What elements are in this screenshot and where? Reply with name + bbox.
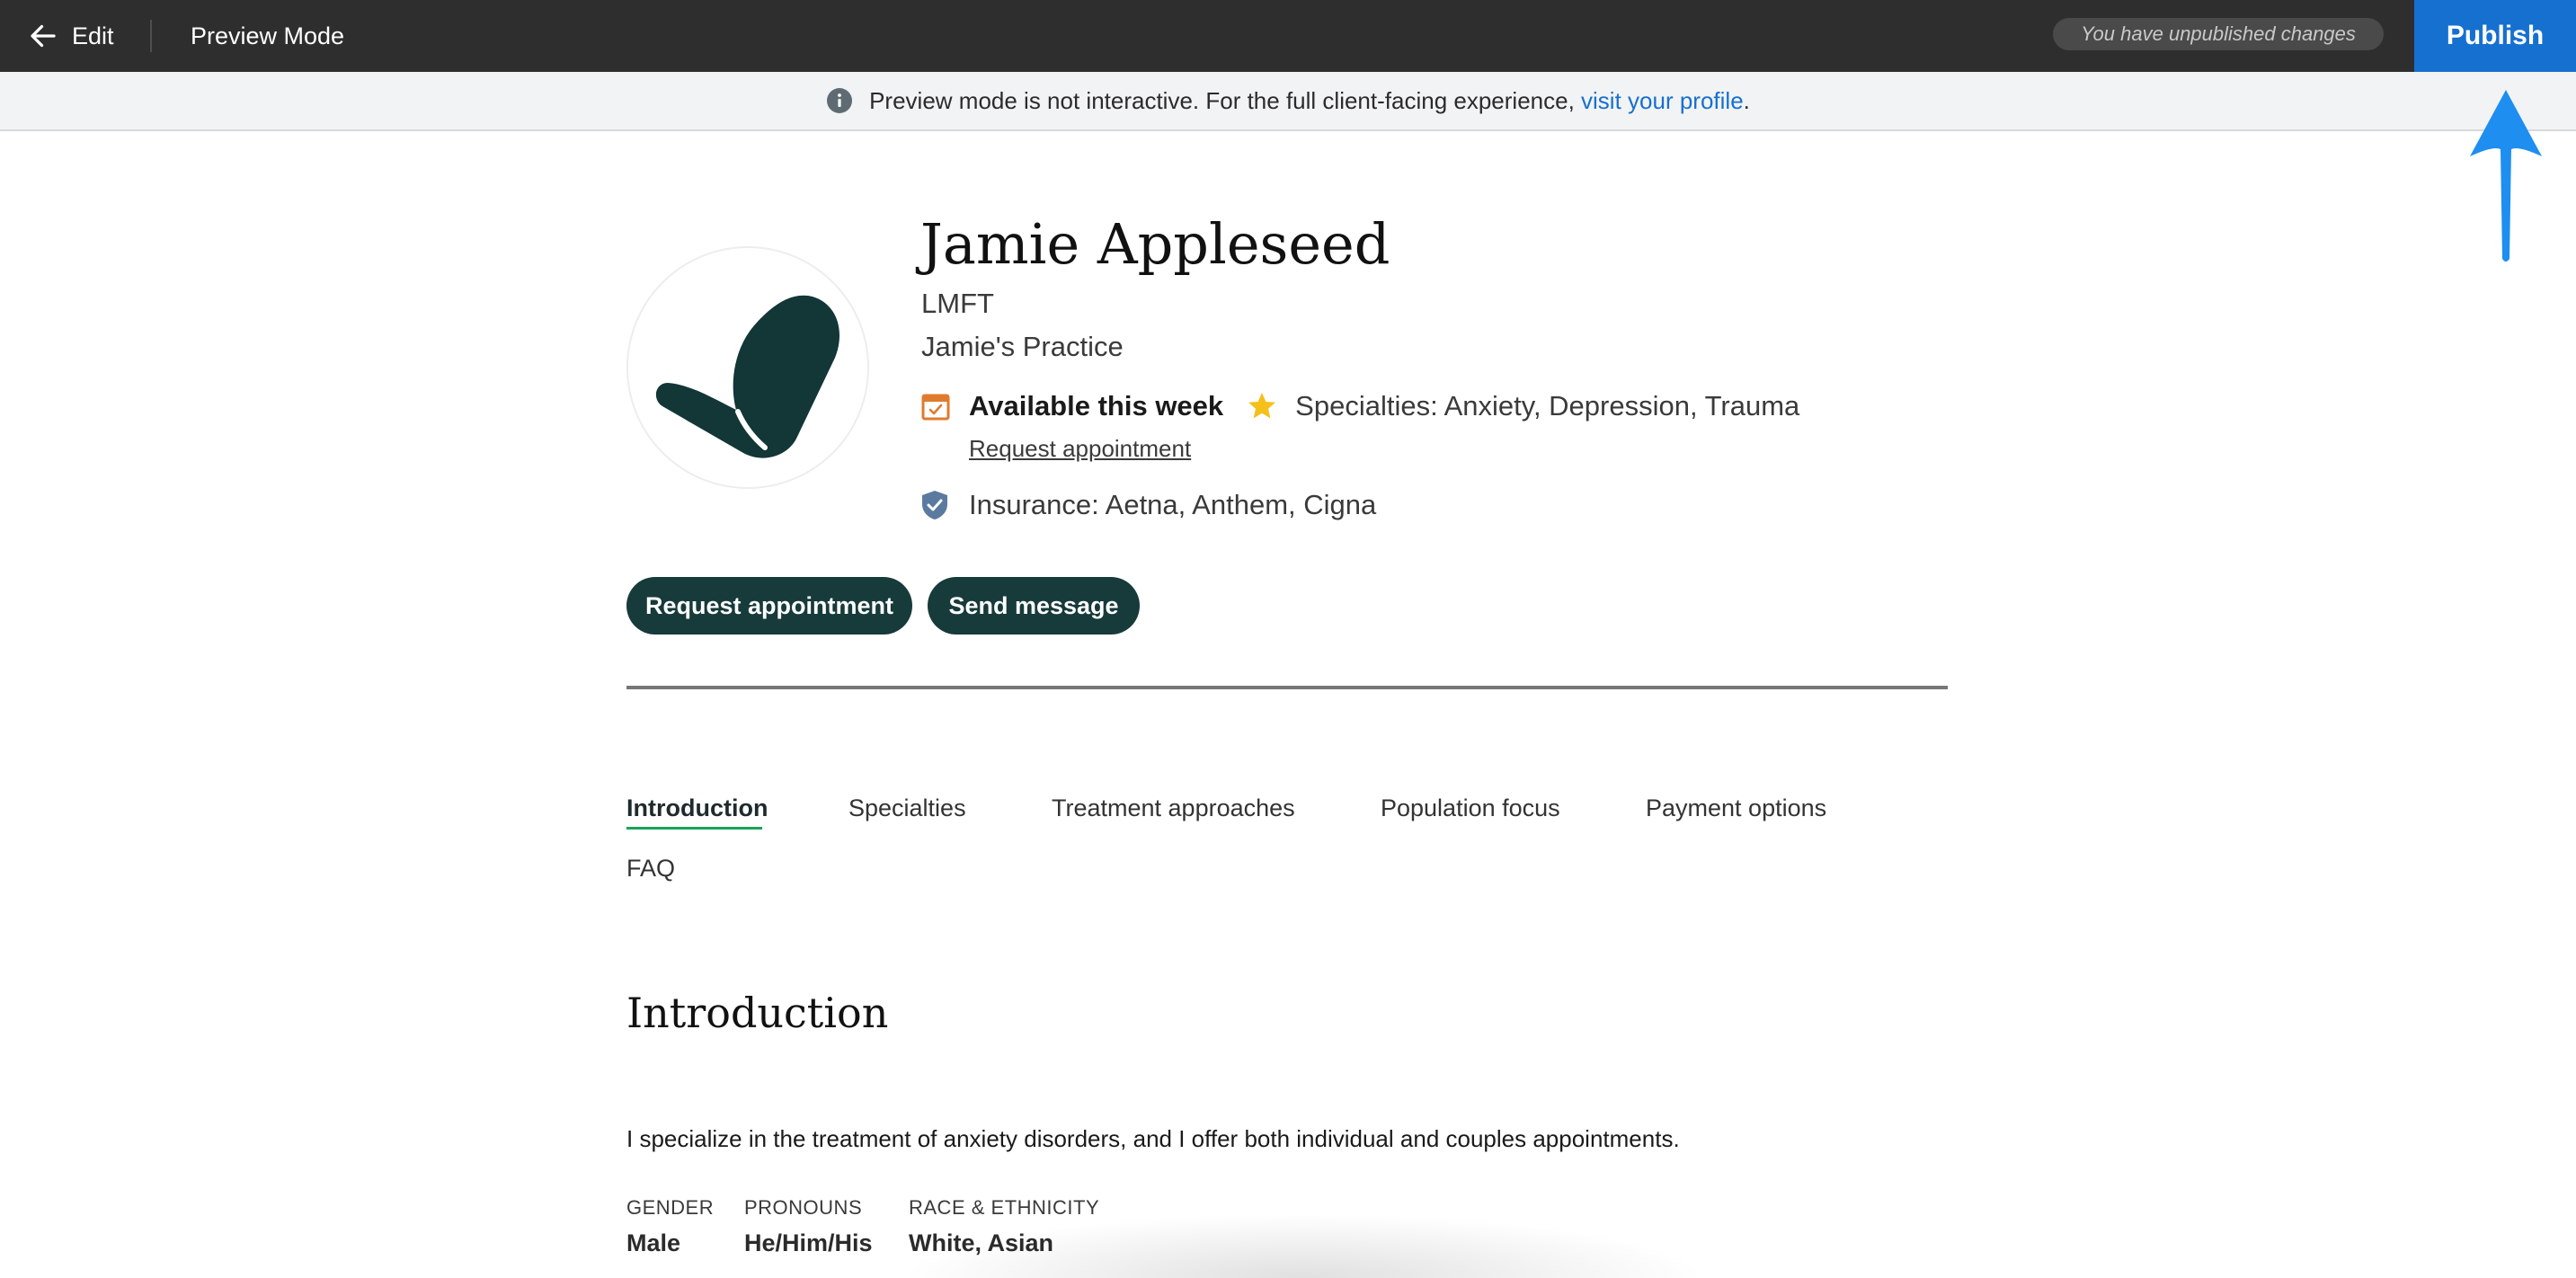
gender-label: GENDER [626,1196,715,1219]
preview-mode-label: Preview Mode [191,22,345,49]
tab-treatment-approaches[interactable]: Treatment approaches [1052,794,1295,822]
active-tab-indicator [626,827,762,830]
star-icon [1248,393,1276,419]
arrow-left-icon [31,24,56,48]
visit-profile-link[interactable]: visit your profile [1581,87,1744,114]
tab-introduction[interactable]: Introduction [626,794,768,822]
publish-button[interactable]: Publish [2414,0,2576,72]
availability-text: Available this week [969,390,1224,422]
specialties-summary: Specialties: Anxiety, Depression, Trauma [1295,390,1800,422]
edit-label: Edit [72,22,114,49]
request-appointment-button[interactable]: Request appointment [626,577,912,635]
insurance-row: Insurance: Aetna, Anthem, Cigna [920,485,1376,525]
pronouns-label: PRONOUNS [744,1196,863,1219]
info-icon [827,88,853,113]
edit-back-button[interactable]: Edit [27,0,114,72]
tab-population-focus[interactable]: Population focus [1381,794,1560,822]
unpublished-changes-badge: You have unpublished changes [2053,18,2384,50]
profile-credential: LMFT [921,288,994,319]
preview-info-banner: Preview mode is not interactive. For the… [0,72,2576,131]
section-divider [626,686,1948,689]
top-bar: Edit Preview Mode You have unpublished c… [0,0,2576,72]
introduction-heading: Introduction [626,989,889,1037]
calendar-check-icon [921,394,950,421]
request-appointment-link[interactable]: Request appointment [969,435,1191,463]
profile-name: Jamie Appleseed [920,211,1390,277]
gender-value: Male [626,1229,681,1256]
annotation-arrow-icon [2470,90,2542,262]
insurance-summary: Insurance: Aetna, Anthem, Cigna [969,489,1377,520]
shield-check-icon [922,491,947,519]
pronouns-value: He/Him/His [744,1229,873,1256]
tab-payment-options[interactable]: Payment options [1646,794,1826,822]
tab-faq[interactable]: FAQ [626,855,675,883]
topbar-divider [150,20,152,52]
availability-row: Available this week Specialties: Anxiety… [920,386,1799,426]
profile-avatar [626,246,869,489]
practice-logo-icon [655,295,840,458]
tab-specialties[interactable]: Specialties [848,794,966,822]
send-message-button[interactable]: Send message [928,577,1140,635]
race-ethnicity-label: RACE & ETHNICITY [909,1196,1100,1219]
introduction-text: I specialize in the treatment of anxiety… [626,1125,1680,1152]
profile-practice: Jamie's Practice [921,331,1124,362]
race-ethnicity-value: White, Asian [909,1229,1054,1256]
banner-text: Preview mode is not interactive. For the… [869,86,1750,114]
